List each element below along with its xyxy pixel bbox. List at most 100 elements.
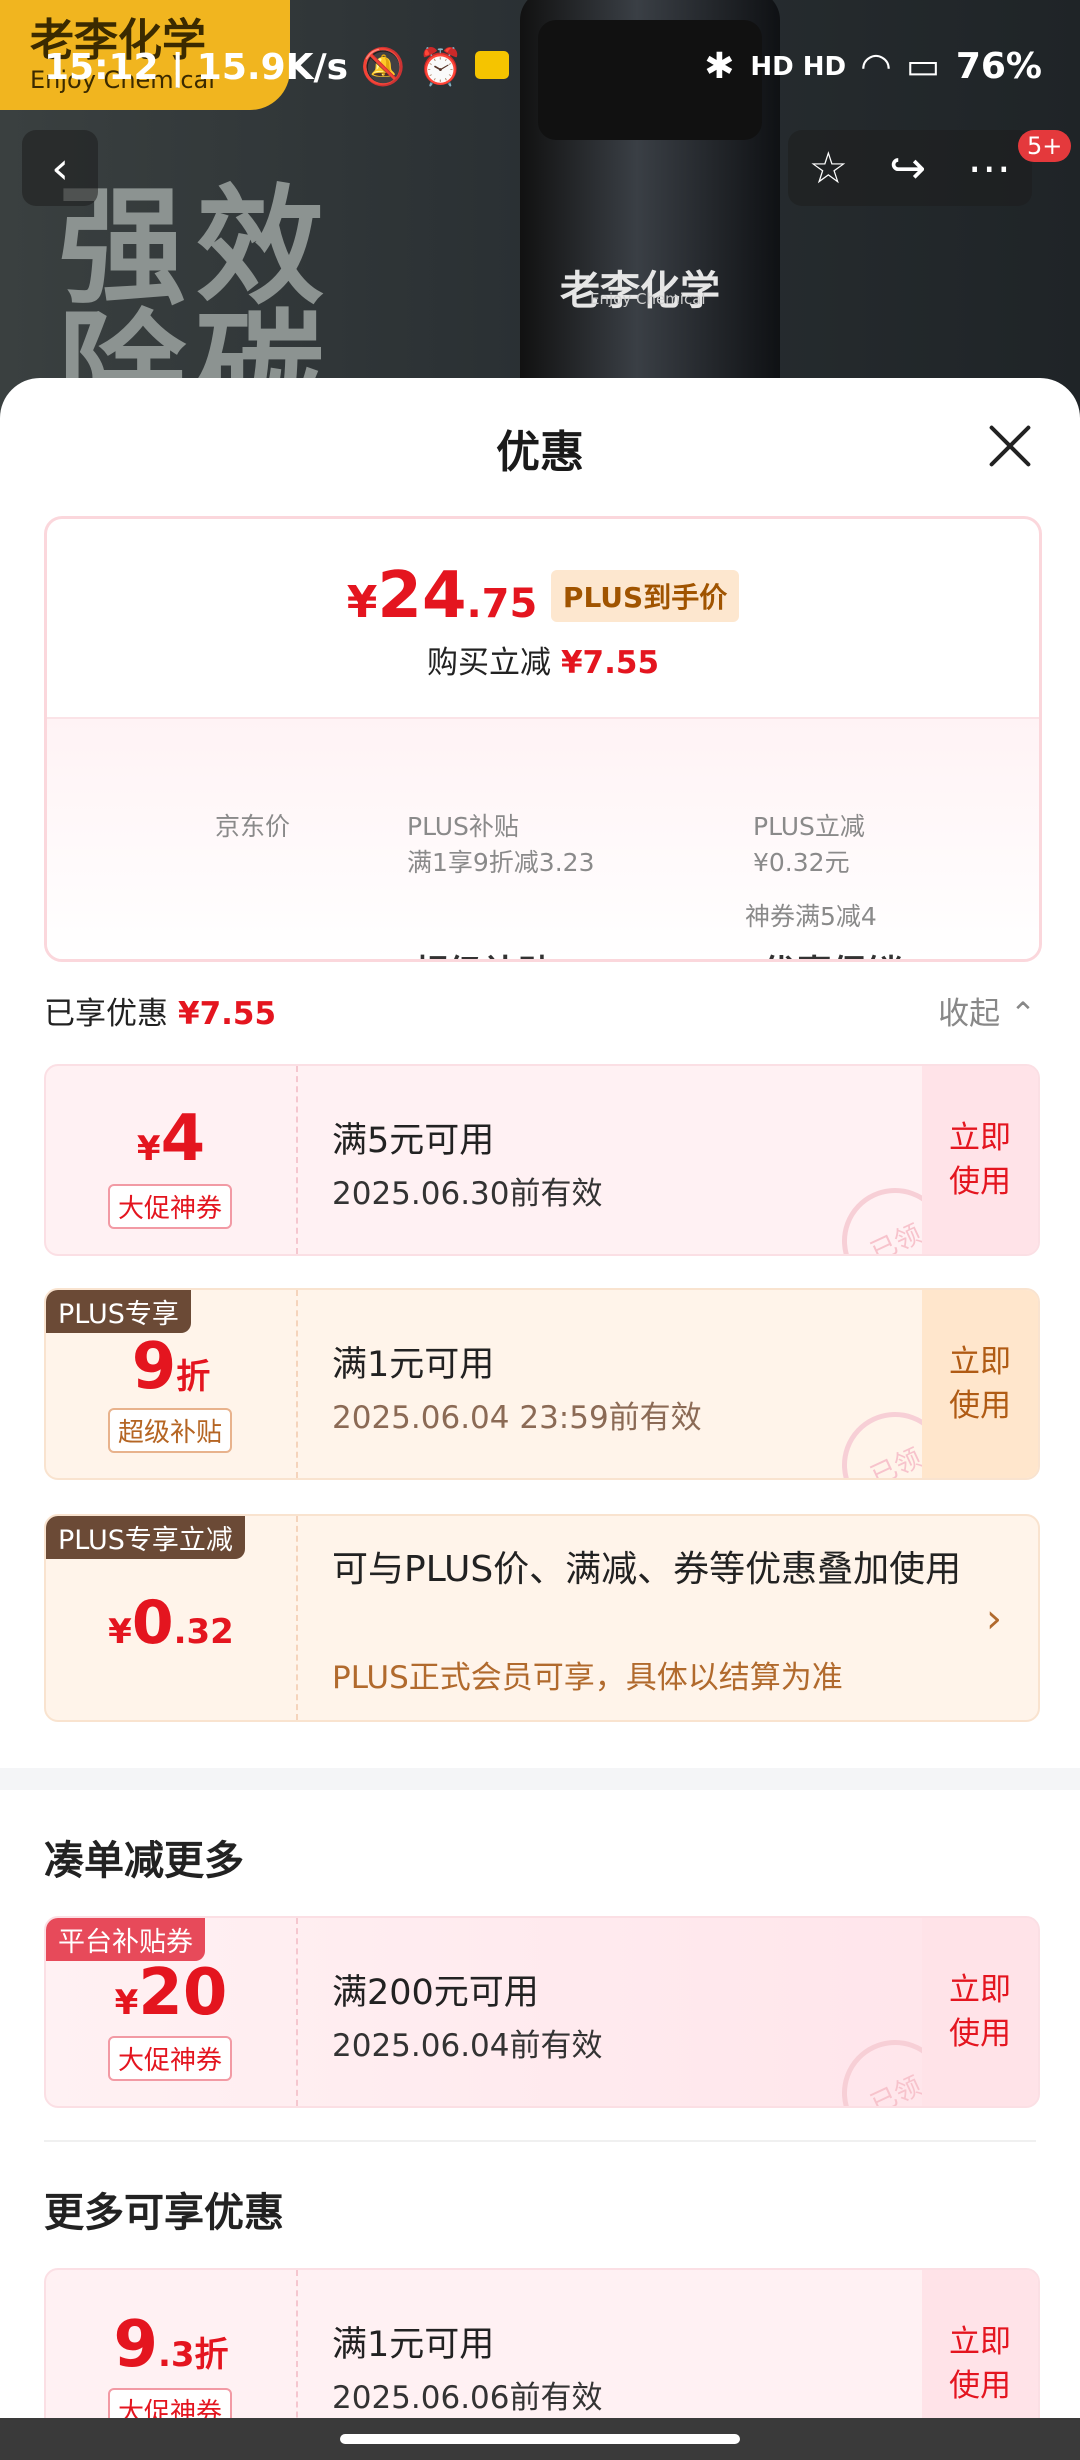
chevron-left-icon: ‹	[51, 142, 69, 194]
equals-sign: =	[153, 954, 182, 959]
mute-icon: 🔕	[360, 47, 406, 88]
price-breakdown: = ¥32.3 – 超级补贴 ¥3.23 – 优惠促销 ¥4.32 京东价 PL…	[47, 717, 1039, 959]
coupon-card: 9折 超级补贴 PLUS专享 满1元可用 2025.06.04 23:59前有效…	[44, 1288, 1040, 1480]
bluetooth-icon: ✱	[704, 46, 735, 87]
wifi-icon: ◠	[862, 46, 890, 87]
use-now-button[interactable]: 立即使用	[922, 2270, 1038, 2418]
section-divider	[0, 1768, 1080, 1790]
chevron-right-icon: ›	[986, 1596, 1002, 1642]
use-now-label: 立即使用	[949, 1972, 1011, 2052]
price-symbol: ¥	[346, 577, 378, 628]
amount-decimal: .32	[173, 1612, 234, 1652]
jd-price-label: 京东价	[215, 812, 291, 841]
coupon-title: 满200元可用	[332, 1973, 539, 2013]
enjoyed-value: ¥7.55	[178, 996, 277, 1032]
offers-sheet: 优惠 ¥24.75 PLUS到手价 购买立减¥7.55 = ¥32.3 – 超级…	[0, 378, 1080, 2418]
enjoyed-discount: 已享优惠 ¥7.55	[44, 988, 276, 1033]
coupon-value: 9.3折 大促神券	[46, 2270, 298, 2418]
collapse-label: 收起	[938, 996, 1001, 1032]
price-decimal: .75	[466, 581, 538, 627]
subsidy-detail: PLUS补贴 满1享9折减3.23	[407, 809, 594, 881]
promo-label: PLUS立减	[753, 812, 865, 841]
super-subsidy: 超级补贴 ¥3.23	[413, 954, 676, 959]
share-icon[interactable]: ↪	[889, 143, 926, 194]
time-and-speed: 15:12 | 15.9K/s	[44, 47, 349, 88]
enjoyed-label: 已享优惠	[44, 996, 168, 1032]
plus-exclusive-tag: PLUS专享	[46, 1290, 191, 1333]
collapse-button[interactable]: 收起 ⌃	[938, 988, 1036, 1033]
amount-value: 9	[113, 2308, 158, 2382]
use-now-button[interactable]: 立即使用	[922, 1290, 1038, 1478]
amount-value: 9	[131, 1330, 177, 1404]
coupon-expiry: 2025.06.04前有效	[332, 2028, 603, 2064]
coupon-card: ¥4 大促神券 满5元可用 2025.06.30前有效 已领 立即使用	[44, 1064, 1040, 1256]
status-bar: 15:12 | 15.9K/s 🔕 ⏰ ✱ HD HD ◠ ▭ 76%	[0, 40, 1080, 100]
plus-price-tag: PLUS到手价	[550, 570, 740, 622]
promo-amount: ¥0.32元	[753, 848, 850, 877]
coupon-amount: 9.3折	[46, 2308, 296, 2382]
discount-unit: 折	[194, 2335, 229, 2375]
promo-discount: 优惠促销 ¥4.32	[762, 954, 1025, 959]
nav-actions: ☆ ↪ ⋯	[788, 130, 1032, 206]
final-price: ¥24.75 PLUS到手价	[47, 559, 1039, 633]
coupon-expiry: 2025.06.30前有效	[332, 1176, 603, 1212]
plus-reduce-title: 可与PLUS价、满减、券等优惠叠加使用	[332, 1549, 962, 1590]
battery-level: 76%	[955, 46, 1042, 87]
coupon-amount: ¥20	[46, 1956, 296, 2030]
coupon-expiry: 2025.06.04 23:59前有效	[332, 1400, 702, 1436]
status-right: ✱ HD HD ◠ ▭ 76%	[704, 46, 1042, 87]
close-icon[interactable]	[986, 422, 1034, 470]
use-now-label: 立即使用	[949, 1344, 1011, 1424]
price-summary-card: ¥24.75 PLUS到手价 购买立减¥7.55 = ¥32.3 – 超级补贴 …	[44, 516, 1042, 962]
section-title-more-offers: 更多可享优惠	[44, 2190, 284, 2236]
mail-icon	[475, 51, 510, 79]
favorite-star-icon[interactable]: ☆	[809, 143, 848, 194]
minus-sign: –	[361, 954, 379, 959]
home-indicator[interactable]	[340, 2434, 740, 2444]
sheet-title: 优惠	[496, 427, 584, 478]
back-button[interactable]: ‹	[22, 130, 98, 206]
bottle-logo-en: Enjoy Chemical	[590, 290, 706, 308]
amount-value: 4	[160, 1102, 206, 1176]
coupon-amount: 9折	[46, 1330, 296, 1404]
discount-unit: 折	[176, 1357, 211, 1397]
platform-coupon-card: ¥20 大促神券 平台补贴券 满200元可用 2025.06.04前有效 已领 …	[44, 1916, 1040, 2108]
chevron-up-icon: ⌃	[1010, 996, 1036, 1032]
status-left: 15:12 | 15.9K/s 🔕 ⏰	[44, 46, 510, 88]
amount-decimal: .3	[157, 2335, 195, 2375]
use-now-button[interactable]: 立即使用	[922, 1066, 1038, 1254]
coupon-title: 满1元可用	[332, 1345, 495, 1385]
divider-line	[44, 2140, 1036, 2142]
minus-sign: –	[710, 954, 728, 959]
coupon-tag: 大促神券	[108, 1184, 233, 1229]
coupon-rule: 神券满5减4	[745, 902, 877, 931]
purchase-reduction: 购买立减 ¥7.55	[47, 637, 1039, 682]
subsidy-label: PLUS补贴	[407, 812, 519, 841]
plus-reduce-amount: ¥0.32	[46, 1588, 296, 1658]
currency-symbol: ¥	[114, 1983, 139, 2023]
use-now-button[interactable]: 立即使用	[922, 1918, 1038, 2106]
slogan-line-1: 强效	[58, 173, 335, 322]
coupon-tag: 大促神券	[108, 2036, 233, 2081]
use-now-label: 立即使用	[949, 1120, 1011, 1200]
currency-symbol: ¥	[108, 1612, 132, 1652]
coupon-expiry: 2025.06.06前有效	[332, 2380, 603, 2416]
promo-detail: PLUS立减 ¥0.32元	[753, 809, 865, 881]
more-icon[interactable]: ⋯	[967, 143, 1011, 194]
plus-reduce-tag: PLUS专享立减	[46, 1516, 245, 1559]
coupon-amount: ¥4	[46, 1102, 296, 1176]
price-integer: 24	[377, 559, 467, 633]
amount-value: 20	[138, 1956, 228, 2030]
currency-symbol: ¥	[136, 1129, 161, 1169]
signal-icon: HD HD	[750, 51, 847, 82]
plus-reduce-offer[interactable]: ¥0.32 PLUS专享立减 可与PLUS价、满减、券等优惠叠加使用 PLUS正…	[44, 1514, 1040, 1722]
battery-icon: ▭	[905, 46, 940, 87]
amount-value: 0	[131, 1588, 174, 1658]
coupon-title: 满1元可用	[332, 2325, 495, 2365]
notification-badge: 5+	[1018, 130, 1072, 162]
plus-reduce-desc: PLUS正式会员可享，具体以结算为准	[332, 1660, 843, 1696]
use-now-label: 立即使用	[949, 2324, 1011, 2404]
coupon-tag: 大促神券	[108, 2388, 233, 2418]
reduce-value: ¥7.55	[560, 645, 660, 681]
jd-price: ¥32.3	[217, 954, 328, 959]
